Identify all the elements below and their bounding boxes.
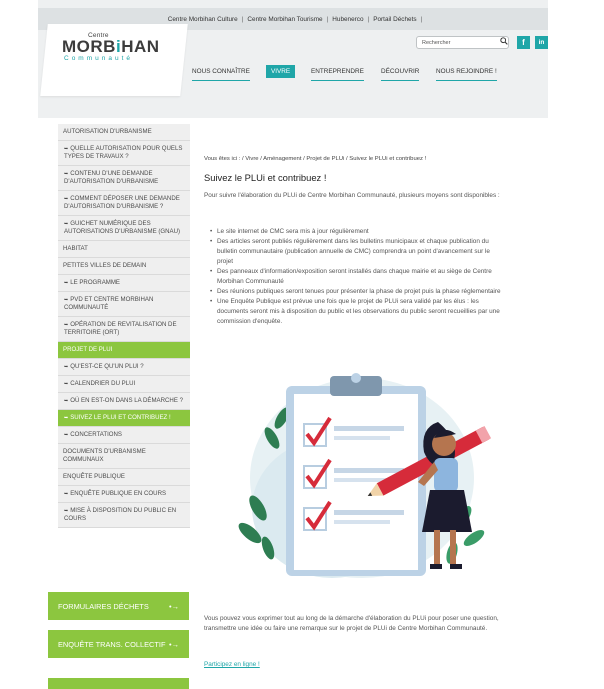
sidebar-item-label: COMMENT DÉPOSER UNE DEMANDE D'AUTORISATI… — [64, 195, 180, 210]
sidebar-item-label: CALENDRIER DU PLUI — [70, 380, 136, 387]
sidebar-item[interactable]: ➥ LE PROGRAMME — [58, 275, 190, 292]
list-item: Des panneaux d'information/exposition se… — [210, 267, 502, 287]
nav-nous-rejoindre[interactable]: NOUS REJOINDRE ! — [436, 68, 497, 81]
sidebar-item-label: ENQUÊTE PUBLIQUE EN COURS — [70, 490, 167, 497]
block-label: ENQUÊTE TRANS. COLLECTIF — [58, 639, 166, 649]
sidebar-item[interactable]: PROJET DE PLUI — [58, 342, 190, 359]
sidebar-item[interactable]: ➥ OPÉRATION DE REVITALISATION DE TERRITOI… — [58, 317, 190, 342]
sidebar-item-label: LE PROGRAMME — [70, 279, 120, 286]
sidebar-item-label: HABITAT — [63, 245, 88, 252]
sidebar-item[interactable]: ➥ ENQUÊTE PUBLIQUE EN COURS — [58, 486, 190, 503]
toplink-hubenerco[interactable]: Hubenerco — [328, 16, 367, 23]
arrow-right-icon: •→ — [169, 639, 179, 649]
sidebar-menu: AUTORISATION D'URBANISME ➥ QUELLE AUTORISA… — [58, 124, 190, 528]
intro-paragraph: Pour suivre l'élaboration du PLUi de Cen… — [204, 192, 500, 199]
sidebar-item[interactable]: ➥ CONTENU D'UNE DEMANDE D'AUTORISATION D'… — [58, 166, 190, 191]
sub-arrow-icon: ➥ — [64, 508, 69, 514]
sidebar-item[interactable]: ➥ SUIVEZ LE PLUI ET CONTRIBUEZ ! — [58, 410, 190, 427]
block-label: FORMULAIRES DÉCHETS — [58, 601, 149, 611]
sidebar-item[interactable]: ➥ CALENDRIER DU PLUI — [58, 376, 190, 393]
sidebar-item-label: OPÉRATION DE REVITALISATION DE TERRITOIR… — [64, 321, 177, 336]
sub-arrow-icon: ➥ — [64, 221, 69, 227]
sub-arrow-icon: ➥ — [64, 491, 69, 497]
sidebar-item[interactable]: ➥ QU'EST-CE QU'UN PLUI ? — [58, 359, 190, 376]
sidebar-item-label: OÙ EN EST-ON DANS LA DÉMARCHE ? — [70, 397, 183, 404]
sidebar-item[interactable]: HABITAT — [58, 241, 190, 258]
sub-arrow-icon: ➥ — [64, 398, 69, 404]
sub-arrow-icon: ➥ — [64, 171, 69, 177]
list-item: Des articles seront publiés régulièremen… — [210, 237, 502, 267]
sidebar-item-label: PETITES VILLES DE DEMAIN — [63, 262, 147, 269]
sub-arrow-icon: ➥ — [64, 297, 69, 303]
sidebar-item-label: QUELLE AUTORISATION POUR QUELS TYPES DE … — [64, 145, 183, 160]
outro-paragraph: Vous pouvez vous exprimer tout au long d… — [204, 615, 499, 632]
sub-arrow-icon: ➥ — [64, 146, 69, 152]
list-item: Le site internet de CMC sera mis à jour … — [210, 227, 502, 237]
sub-arrow-icon: ➥ — [64, 381, 69, 387]
sub-arrow-icon: ➥ — [64, 280, 69, 286]
sidebar-item[interactable]: ➥ COMMENT DÉPOSER UNE DEMANDE D'AUTORISAT… — [58, 191, 190, 216]
sidebar-item-label: SUIVEZ LE PLUI ET CONTRIBUEZ ! — [70, 414, 171, 421]
sidebar-item-label: GUICHET NUMÉRIQUE DES AUTORISATIONS D'UR… — [64, 220, 181, 235]
sidebar-item-label: QU'EST-CE QU'UN PLUI ? — [70, 363, 144, 370]
page-title: Suivez le PLUi et contribuez ! — [204, 172, 327, 183]
participate-online-link[interactable]: Participez en ligne ! — [204, 661, 260, 668]
sub-arrow-icon: ➥ — [64, 432, 69, 438]
sidebar-item[interactable]: ➥ CONCERTATIONS — [58, 427, 190, 444]
sidebar-item-label: CONTENU D'UNE DEMANDE D'AUTORISATION D'U… — [64, 170, 159, 185]
sidebar-item-label: DOCUMENTS D'URBANISME COMMUNAUX — [63, 448, 146, 463]
logo-line2: MORBiHAN — [62, 37, 160, 56]
means-list: Le site internet de CMC sera mis à jour … — [210, 227, 502, 327]
toplink-dechets[interactable]: Portail Déchets — [369, 16, 420, 23]
sidebar-item[interactable]: DOCUMENTS D'URBANISME COMMUNAUX — [58, 444, 190, 469]
breadcrumb: Vous êtes ici : / Vivre / Aménagement / … — [204, 156, 427, 162]
logo-line3: Communauté — [64, 55, 134, 62]
toplink-tourisme[interactable]: Centre Morbihan Tourisme — [243, 16, 326, 23]
checklist-illustration — [238, 373, 492, 578]
linkedin-icon[interactable]: in — [535, 36, 548, 49]
list-item: Des réunions publiques seront tenues pou… — [210, 287, 502, 297]
formulaires-dechets-button[interactable]: FORMULAIRES DÉCHETS •→ — [48, 592, 189, 620]
sidebar-item[interactable]: PETITES VILLES DE DEMAIN — [58, 258, 190, 275]
sidebar-item[interactable]: ➥ GUICHET NUMÉRIQUE DES AUTORISATIONS D'U… — [58, 216, 190, 241]
site-logo[interactable]: Centre MORBiHAN Communauté — [62, 32, 172, 62]
sidebar-item-label: ENQUÊTE PUBLIQUE — [63, 473, 125, 480]
nav-nous-connaitre[interactable]: NOUS CONNAÎTRE — [192, 68, 250, 81]
search-placeholder: Rechercher — [422, 40, 451, 46]
sidebar-block-partial[interactable] — [48, 678, 189, 689]
enquete-trans-collectif-button[interactable]: ENQUÊTE TRANS. COLLECTIF •→ — [48, 630, 189, 658]
sidebar-item-label: PVD ET CENTRE MORBIHAN COMMUNAUTÉ — [64, 296, 154, 311]
toplink-culture[interactable]: Centre Morbihan Culture — [164, 16, 242, 23]
sub-arrow-icon: ➥ — [64, 322, 69, 328]
sidebar-item-label: PROJET DE PLUI — [63, 346, 113, 353]
search-icon[interactable] — [500, 37, 508, 45]
search-input[interactable]: Rechercher — [416, 36, 509, 49]
sidebar-item[interactable]: ➥ MISE À DISPOSITION DU PUBLIC EN COURS — [58, 503, 190, 528]
facebook-icon[interactable]: f — [517, 36, 530, 49]
sidebar-item[interactable]: ➥ QUELLE AUTORISATION POUR QUELS TYPES DE… — [58, 141, 190, 166]
sub-arrow-icon: ➥ — [64, 196, 69, 202]
sidebar-item-label: AUTORISATION D'URBANISME — [63, 128, 152, 135]
sub-arrow-icon: ➥ — [64, 415, 69, 421]
sidebar-item-label: CONCERTATIONS — [70, 431, 123, 438]
list-item: Une Enquête Publique est prévue une fois… — [210, 297, 502, 327]
nav-vivre[interactable]: VIVRE — [266, 65, 296, 78]
nav-decouvrir[interactable]: DÉCOUVRIR — [381, 68, 420, 81]
sidebar-item[interactable]: AUTORISATION D'URBANISME — [58, 124, 190, 141]
arrow-right-icon: •→ — [169, 601, 179, 611]
sidebar-item[interactable]: ➥ PVD ET CENTRE MORBIHAN COMMUNAUTÉ — [58, 292, 190, 317]
sidebar-item[interactable]: ➥ OÙ EN EST-ON DANS LA DÉMARCHE ? — [58, 393, 190, 410]
nav-entreprendre[interactable]: ENTREPRENDRE — [311, 68, 364, 81]
sidebar-item[interactable]: ENQUÊTE PUBLIQUE — [58, 469, 190, 486]
sub-arrow-icon: ➥ — [64, 364, 69, 370]
sidebar-item-label: MISE À DISPOSITION DU PUBLIC EN COURS — [64, 507, 177, 522]
